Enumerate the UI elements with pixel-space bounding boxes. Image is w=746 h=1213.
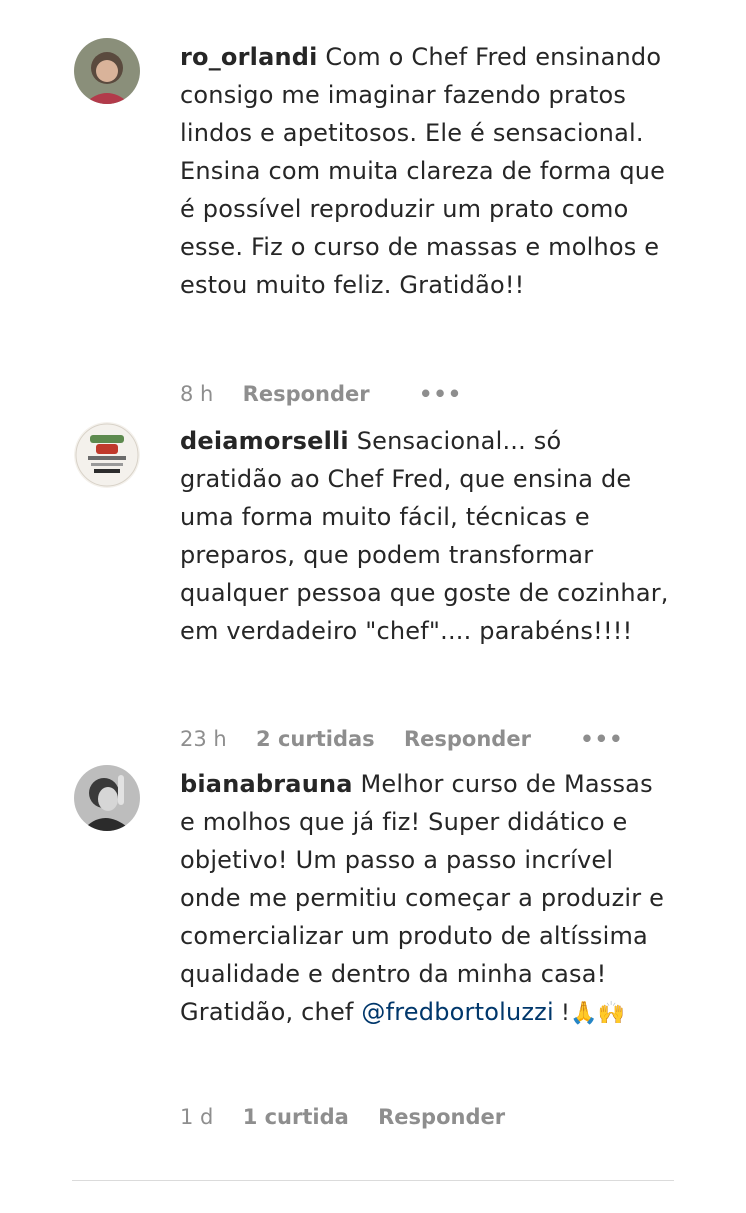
comment-text: ro_orlandi Com o Chef Fred ensinando con… bbox=[180, 38, 670, 304]
comment-time[interactable]: 1 d bbox=[180, 1105, 213, 1129]
user-mention-link[interactable]: @fredbortoluzzi bbox=[361, 998, 553, 1026]
comment-meta: 1 d 1 curtida Responder bbox=[180, 1105, 527, 1129]
reply-button[interactable]: Responder bbox=[378, 1105, 505, 1129]
comment-username[interactable]: deiamorselli bbox=[180, 427, 349, 455]
comment-body: Com o Chef Fred ensinando consigo me ima… bbox=[180, 43, 666, 299]
comment-meta: 8 h Responder ••• bbox=[180, 382, 484, 406]
comment-text: deiamorselli Sensacional... só gratidão … bbox=[180, 422, 670, 650]
comment-body: Sensacional... só gratidão ao Chef Fred,… bbox=[180, 427, 669, 645]
comment-suffix: !🙏🙌 bbox=[553, 1001, 626, 1026]
avatar[interactable] bbox=[74, 422, 140, 488]
comment-time[interactable]: 23 h bbox=[180, 727, 227, 751]
comment-time[interactable]: 8 h bbox=[180, 382, 213, 406]
comment-text: bianabrauna Melhor curso de Massas e mol… bbox=[180, 765, 670, 1033]
divider bbox=[72, 1180, 674, 1181]
comment-username[interactable]: bianabrauna bbox=[180, 770, 353, 798]
avatar[interactable] bbox=[74, 38, 140, 104]
likes-count[interactable]: 1 curtida bbox=[243, 1105, 349, 1129]
likes-count[interactable]: 2 curtidas bbox=[256, 727, 375, 751]
reply-button[interactable]: Responder bbox=[243, 382, 370, 406]
more-options-icon[interactable]: ••• bbox=[419, 382, 462, 406]
avatar[interactable] bbox=[74, 765, 140, 831]
more-options-icon[interactable]: ••• bbox=[580, 727, 623, 751]
comment-body: Melhor curso de Massas e molhos que já f… bbox=[180, 770, 665, 1026]
comment-meta: 23 h 2 curtidas Responder ••• bbox=[180, 727, 646, 751]
comment-username[interactable]: ro_orlandi bbox=[180, 43, 318, 71]
reply-button[interactable]: Responder bbox=[404, 727, 531, 751]
